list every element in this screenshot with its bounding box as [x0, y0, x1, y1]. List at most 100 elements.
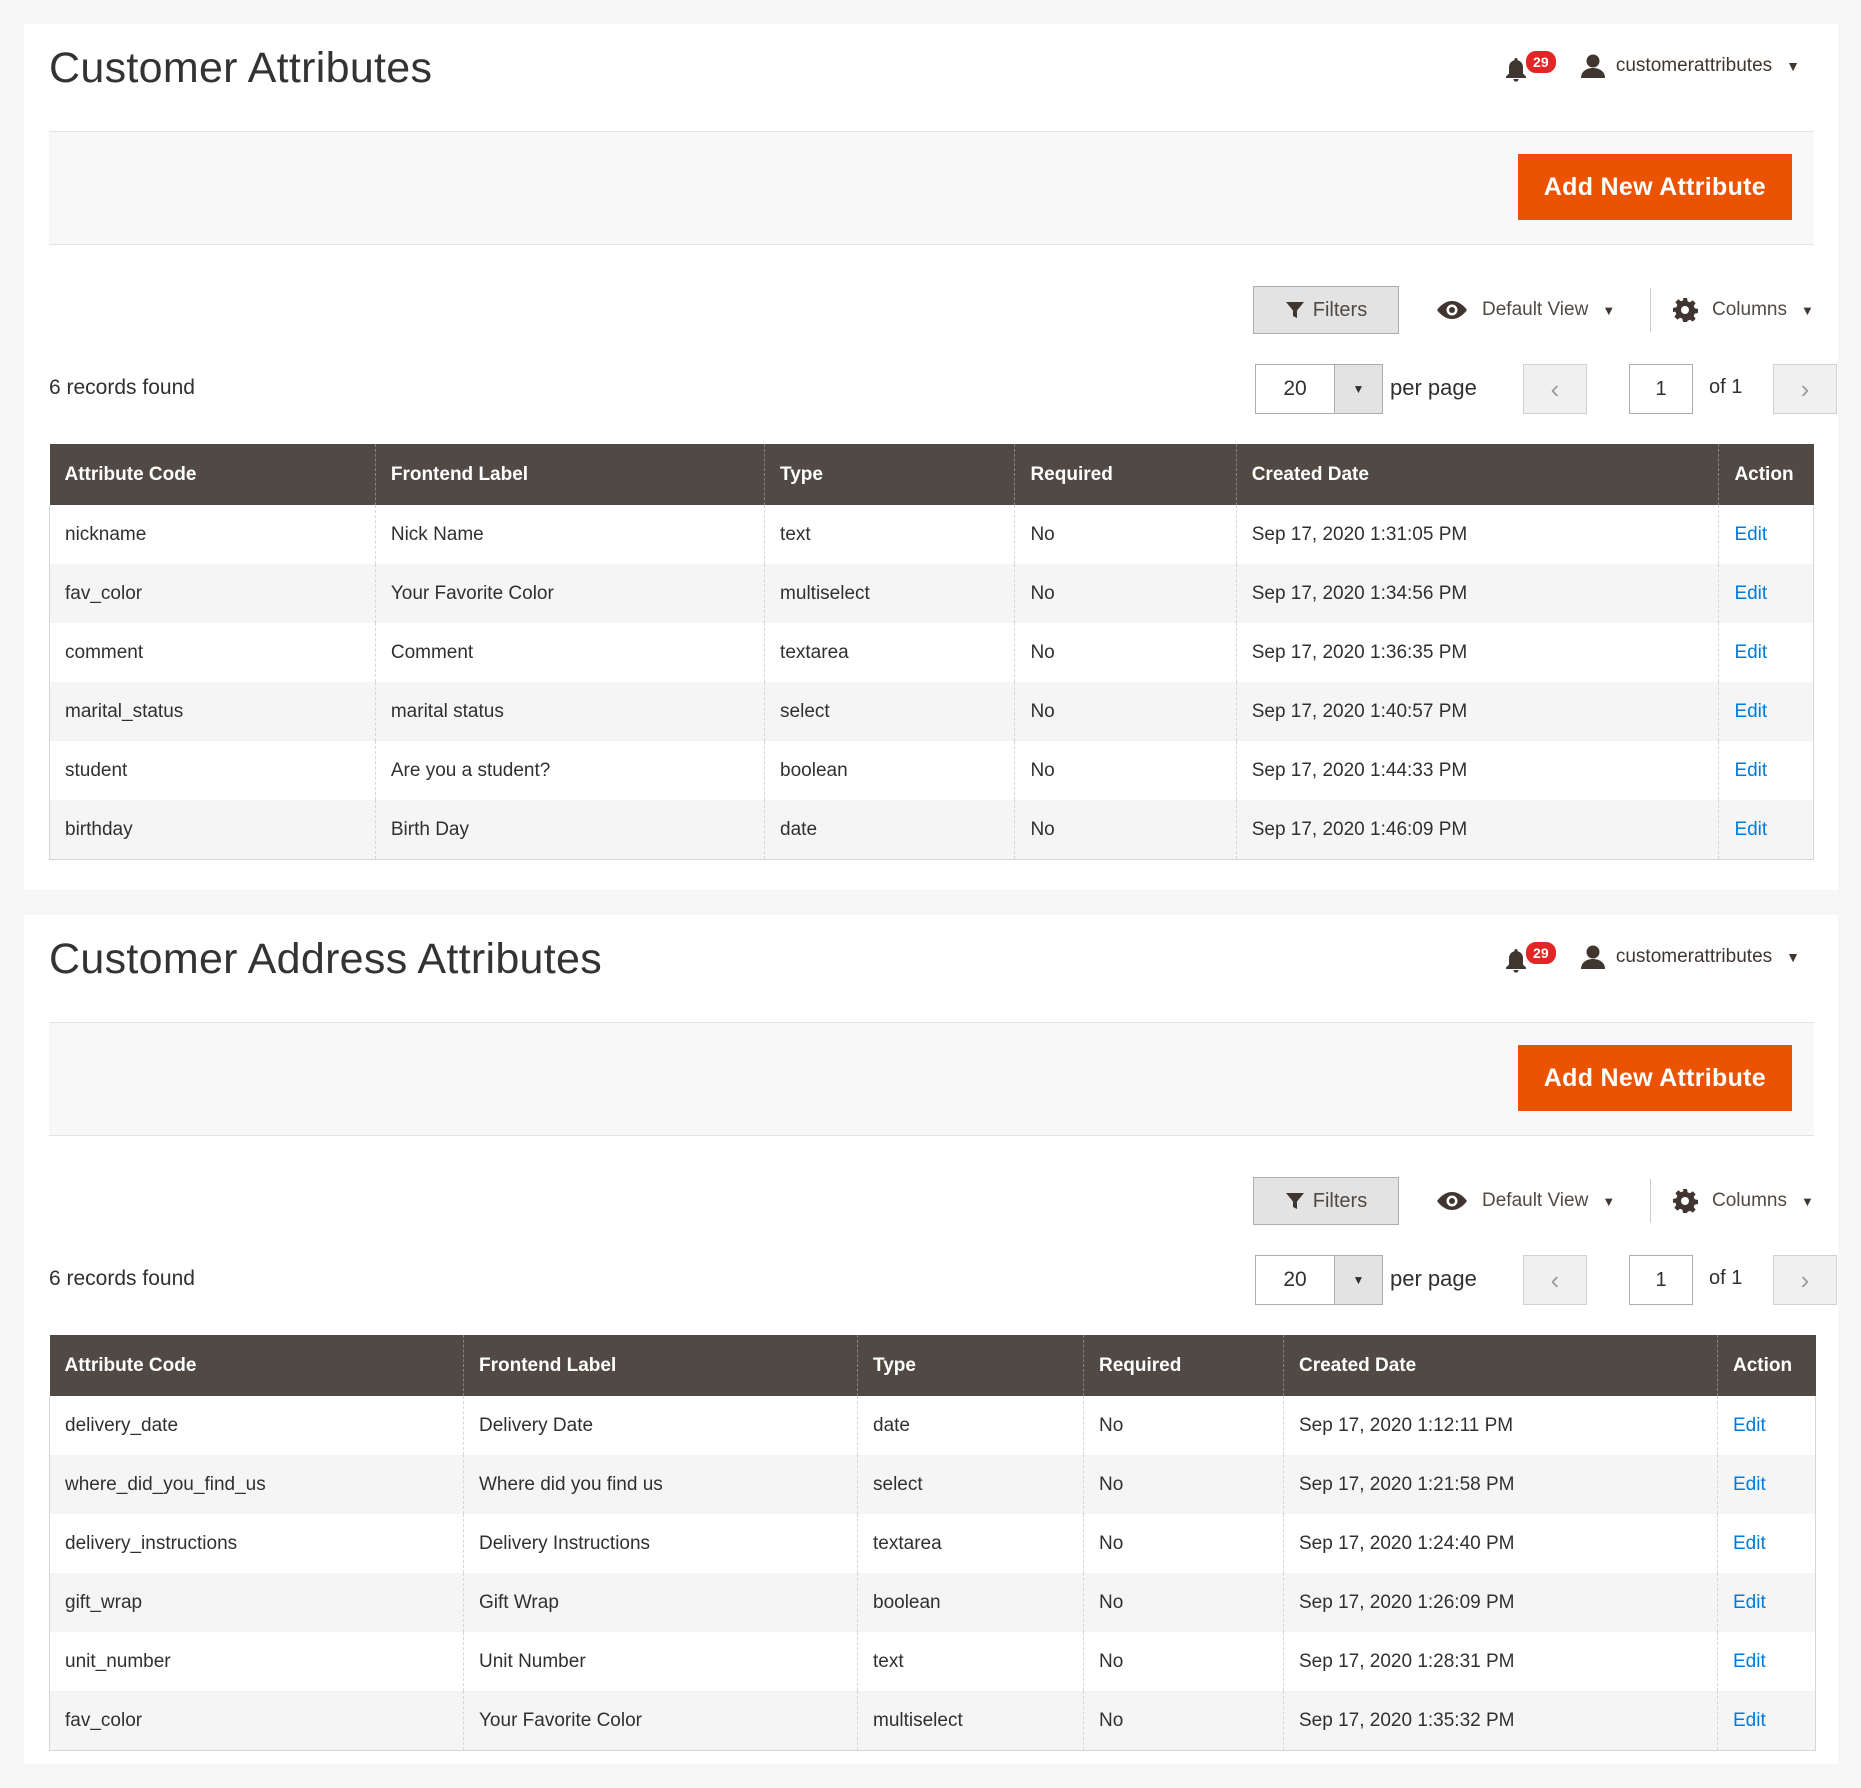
page-number-input[interactable]: 1: [1629, 1255, 1693, 1305]
column-header-attribute-code[interactable]: Attribute Code: [49, 444, 376, 505]
column-header-action: Action: [1717, 1335, 1816, 1396]
table-row: nickname Nick Name text No Sep 17, 2020 …: [49, 505, 1814, 564]
add-new-attribute-button[interactable]: Add New Attribute: [1517, 1045, 1792, 1111]
cell-required: No: [1014, 623, 1237, 682]
column-header-action: Action: [1718, 444, 1814, 505]
page-number-input[interactable]: 1: [1629, 364, 1693, 414]
columns-control[interactable]: Columns ▼: [1672, 286, 1814, 334]
edit-link[interactable]: Edit: [1734, 819, 1767, 840]
records-found: 6 records found: [49, 1267, 195, 1290]
notifications-button[interactable]: 29: [1504, 49, 1558, 83]
per-page-label: per page: [1390, 1266, 1477, 1291]
next-page-button[interactable]: ›: [1773, 1255, 1837, 1305]
chevron-left-icon: ‹: [1550, 373, 1560, 404]
table-row: delivery_date Delivery Date date No Sep …: [49, 1396, 1816, 1455]
caret-down-icon: ▼: [1800, 1193, 1814, 1209]
filter-icon: [1285, 302, 1304, 318]
columns-control[interactable]: Columns ▼: [1672, 1177, 1814, 1225]
column-header-frontend-label[interactable]: Frontend Label: [374, 444, 765, 505]
gear-icon: [1673, 1189, 1698, 1213]
edit-link[interactable]: Edit: [1733, 1533, 1766, 1554]
cell-frontend-label: Delivery Instructions: [463, 1514, 858, 1573]
filters-button[interactable]: Filters: [1253, 286, 1399, 334]
table-row: gift_wrap Gift Wrap boolean No Sep 17, 2…: [49, 1573, 1816, 1632]
cell-action: Edit: [1718, 564, 1814, 623]
edit-link[interactable]: Edit: [1734, 642, 1767, 663]
view-switcher[interactable]: Default View ▼: [1436, 286, 1615, 334]
column-header-type[interactable]: Type: [857, 1335, 1084, 1396]
per-page-select[interactable]: 20 ▼: [1255, 364, 1383, 414]
notifications-button[interactable]: 29: [1504, 940, 1558, 974]
cell-frontend-label: marital status: [374, 682, 765, 741]
previous-page-button[interactable]: ‹: [1523, 364, 1587, 414]
cell-required: No: [1014, 741, 1237, 800]
edit-link[interactable]: Edit: [1733, 1592, 1766, 1613]
cell-attribute-code: student: [49, 741, 376, 800]
cell-created-date: Sep 17, 2020 1:31:05 PM: [1235, 505, 1719, 564]
cell-type: select: [857, 1455, 1084, 1514]
edit-link[interactable]: Edit: [1733, 1651, 1766, 1672]
cell-frontend-label: Where did you find us: [463, 1455, 858, 1514]
column-header-attribute-code[interactable]: Attribute Code: [49, 1335, 464, 1396]
caret-down-icon[interactable]: ▼: [1334, 1256, 1382, 1304]
per-page-select[interactable]: 20 ▼: [1255, 1255, 1383, 1305]
user-name: customerattributes: [1615, 55, 1773, 76]
header-actions: 29 customerattributes ▼: [1504, 44, 1800, 88]
page-total: of 1: [1709, 1267, 1743, 1289]
cell-attribute-code: fav_color: [49, 564, 376, 623]
cell-attribute-code: birthday: [49, 800, 376, 860]
column-header-created-date[interactable]: Created Date: [1283, 1335, 1718, 1396]
column-header-created-date[interactable]: Created Date: [1235, 444, 1719, 505]
cell-created-date: Sep 17, 2020 1:12:11 PM: [1283, 1396, 1718, 1455]
notification-count-badge: 29: [1523, 49, 1558, 75]
cell-type: text: [857, 1632, 1084, 1691]
previous-page-button[interactable]: ‹: [1523, 1255, 1587, 1305]
cell-frontend-label: Nick Name: [374, 505, 765, 564]
cell-action: Edit: [1718, 505, 1814, 564]
cell-type: multiselect: [764, 564, 1015, 623]
user-icon: [1580, 945, 1605, 969]
edit-link[interactable]: Edit: [1733, 1415, 1766, 1436]
cell-attribute-code: unit_number: [49, 1632, 464, 1691]
header-actions: 29 customerattributes ▼: [1504, 935, 1800, 979]
edit-link[interactable]: Edit: [1733, 1474, 1766, 1495]
caret-down-icon: ▼: [1800, 302, 1814, 318]
eye-icon: [1437, 1192, 1467, 1210]
edit-link[interactable]: Edit: [1734, 760, 1767, 781]
user-menu[interactable]: customerattributes ▼: [1580, 53, 1800, 79]
cell-action: Edit: [1717, 1396, 1816, 1455]
cell-type: boolean: [857, 1573, 1084, 1632]
cell-type: boolean: [764, 741, 1015, 800]
filters-button[interactable]: Filters: [1253, 1177, 1399, 1225]
cell-action: Edit: [1717, 1455, 1816, 1514]
column-header-frontend-label[interactable]: Frontend Label: [463, 1335, 858, 1396]
next-page-button[interactable]: ›: [1773, 364, 1837, 414]
column-header-type[interactable]: Type: [764, 444, 1015, 505]
customer-attributes-panel: Customer Attributes 29 customerattribute…: [24, 24, 1838, 890]
cell-created-date: Sep 17, 2020 1:46:09 PM: [1235, 800, 1719, 860]
cell-frontend-label: Birth Day: [374, 800, 765, 860]
edit-link[interactable]: Edit: [1734, 701, 1767, 722]
cell-required: No: [1014, 800, 1237, 860]
edit-link[interactable]: Edit: [1734, 524, 1767, 545]
caret-down-icon[interactable]: ▼: [1334, 365, 1382, 413]
column-header-required[interactable]: Required: [1014, 444, 1237, 505]
table-row: fav_color Your Favorite Color multiselec…: [49, 1691, 1816, 1751]
cell-attribute-code: marital_status: [49, 682, 376, 741]
user-menu[interactable]: customerattributes ▼: [1580, 944, 1800, 970]
add-new-attribute-button[interactable]: Add New Attribute: [1517, 154, 1792, 220]
records-found: 6 records found: [49, 376, 195, 399]
cell-attribute-code: nickname: [49, 505, 376, 564]
pager-row: 6 records found 20 ▼ per page ‹ 1 of 1 ›: [49, 1255, 1837, 1305]
table-row: fav_color Your Favorite Color multiselec…: [49, 564, 1814, 623]
cell-type: date: [857, 1396, 1084, 1455]
column-header-required[interactable]: Required: [1083, 1335, 1284, 1396]
page-title: Customer Attributes: [49, 44, 433, 92]
cell-frontend-label: Are you a student?: [374, 741, 765, 800]
cell-created-date: Sep 17, 2020 1:26:09 PM: [1283, 1573, 1718, 1632]
edit-link[interactable]: Edit: [1733, 1710, 1766, 1731]
cell-type: text: [764, 505, 1015, 564]
view-switcher[interactable]: Default View ▼: [1436, 1177, 1615, 1225]
edit-link[interactable]: Edit: [1734, 583, 1767, 604]
cell-created-date: Sep 17, 2020 1:40:57 PM: [1235, 682, 1719, 741]
